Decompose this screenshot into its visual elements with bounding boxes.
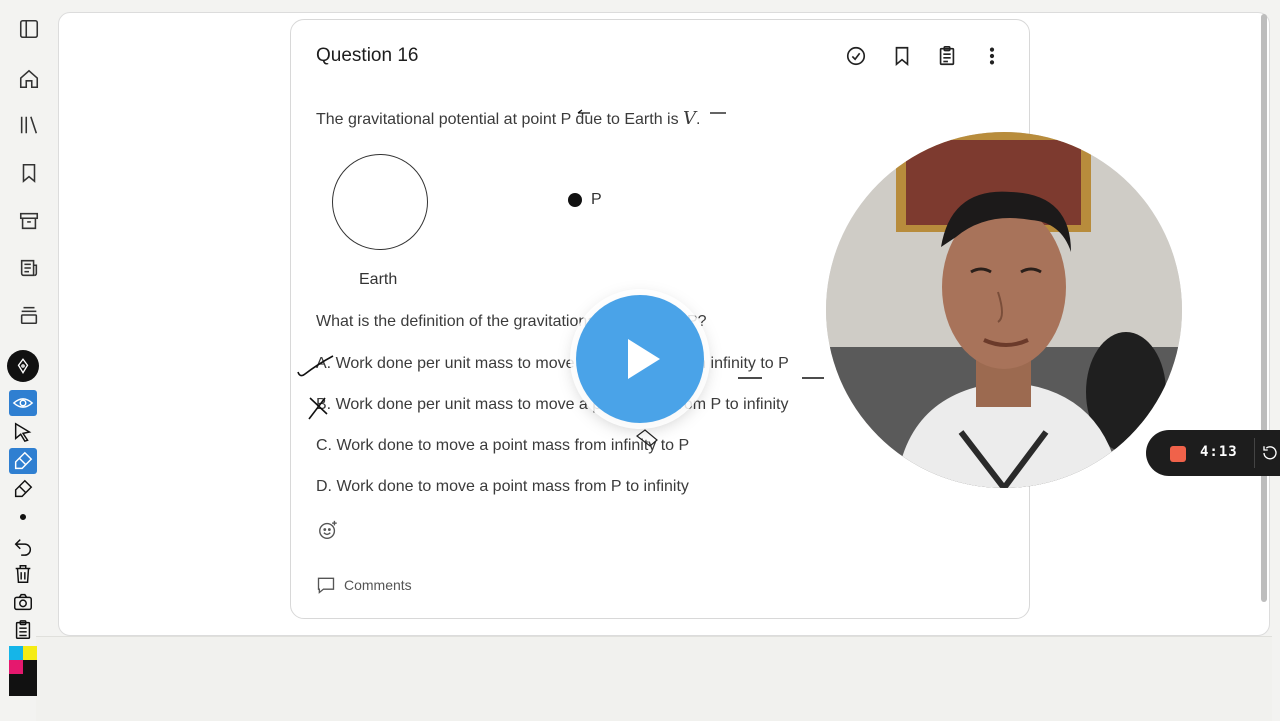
eraser-icon[interactable] <box>9 476 37 502</box>
comment-icon <box>317 577 335 594</box>
pointer-icon[interactable] <box>9 419 37 445</box>
add-reaction-icon[interactable] <box>315 517 341 543</box>
pen-logo-icon[interactable] <box>7 350 39 382</box>
presenter-video <box>826 132 1182 488</box>
dot-brush-icon[interactable] <box>9 504 37 530</box>
bookmark-icon[interactable] <box>14 158 44 188</box>
option-c[interactable]: C. Work done to move a point mass from i… <box>316 437 689 455</box>
statement-variable: V <box>683 108 697 129</box>
earth-circle <box>332 154 428 250</box>
statement-end: . <box>696 111 701 128</box>
scrollbar[interactable] <box>1261 14 1267 602</box>
swatch-cyan[interactable] <box>9 646 23 660</box>
swatch-magenta[interactable] <box>9 660 23 674</box>
highlighter-icon[interactable] <box>9 448 37 474</box>
option-d[interactable]: D. Work done to move a point mass from P… <box>316 478 689 496</box>
recording-control: 4:13 <box>1146 430 1280 476</box>
library-icon[interactable] <box>14 110 44 140</box>
stack-icon[interactable] <box>14 300 44 330</box>
point-p-dot <box>568 193 582 207</box>
divider <box>1254 438 1255 468</box>
annotation-toolbar <box>6 350 40 702</box>
bookmark-icon[interactable] <box>889 43 915 69</box>
eye-icon[interactable] <box>9 390 37 416</box>
trash-icon[interactable] <box>9 561 37 587</box>
question-statement: The gravitational potential at point P d… <box>316 108 701 129</box>
question-title: Question 16 <box>316 45 419 66</box>
stop-recording-button[interactable] <box>1170 446 1186 462</box>
color-swatches <box>9 646 37 700</box>
clipboard-icon[interactable] <box>9 617 37 643</box>
earth-label: Earth <box>359 271 398 288</box>
comments-label: Comments <box>344 577 412 593</box>
home-icon[interactable] <box>14 64 44 94</box>
swatch-yellow[interactable] <box>23 646 37 660</box>
sidebar-toggle-icon[interactable] <box>14 14 44 44</box>
check-circle-icon[interactable] <box>843 43 869 69</box>
newspaper-icon[interactable] <box>14 253 44 283</box>
option-b[interactable]: B. Work done per unit mass to move a poi… <box>316 396 789 414</box>
more-vertical-icon[interactable] <box>979 43 1005 69</box>
statement-text: The gravitational potential at point P d… <box>316 111 684 128</box>
play-button[interactable] <box>576 295 704 423</box>
archive-icon[interactable] <box>14 206 44 236</box>
webcam-bubble <box>826 132 1182 488</box>
undo-icon[interactable] <box>9 533 37 559</box>
comments-link[interactable]: Comments <box>316 575 412 595</box>
clipboard-icon[interactable] <box>934 43 960 69</box>
camera-icon[interactable] <box>9 589 37 615</box>
option-a[interactable]: A. Work done per unit mass to move a poi… <box>316 355 789 373</box>
swatch-black[interactable] <box>23 660 37 674</box>
point-p-label: P <box>591 191 602 208</box>
recording-timer: 4:13 <box>1200 444 1238 460</box>
bottom-strip <box>36 636 1272 721</box>
play-icon <box>628 339 660 379</box>
restart-recording-icon[interactable] <box>1260 443 1280 463</box>
swatch-black-large[interactable] <box>9 674 37 696</box>
